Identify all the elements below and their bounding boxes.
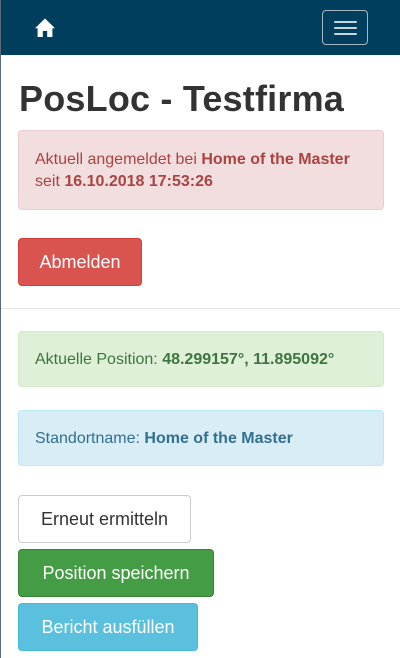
login-status-alert: Aktuell angemeldet bei Home of the Maste… [18,130,384,210]
top-navbar [1,0,400,55]
current-position-value: 48.299157°, 11.895092° [162,351,335,368]
section-divider [1,308,400,309]
hamburger-menu-icon[interactable] [322,10,368,45]
current-position-label: Aktuelle Position: [35,351,163,368]
login-since-timestamp: 16.10.2018 17:53:26 [64,173,213,190]
location-name-label: Standortname: [35,430,145,447]
home-icon[interactable] [34,17,56,39]
current-position-alert: Aktuelle Position: 48.299157°, 11.895092… [18,331,384,387]
fill-report-button[interactable]: Bericht ausfüllen [18,603,198,651]
location-name-alert: Standortname: Home of the Master [18,410,384,466]
location-name-value: Home of the Master [144,430,293,447]
login-since-label: seit [35,173,65,190]
login-status-prefix: Aktuell angemeldet bei [35,151,202,168]
redetect-button[interactable]: Erneut ermitteln [18,495,191,543]
login-location-name: Home of the Master [201,151,350,168]
save-position-button[interactable]: Position speichern [18,549,214,597]
page-title: PosLoc - Testfirma [19,78,344,119]
logout-button[interactable]: Abmelden [18,238,142,286]
